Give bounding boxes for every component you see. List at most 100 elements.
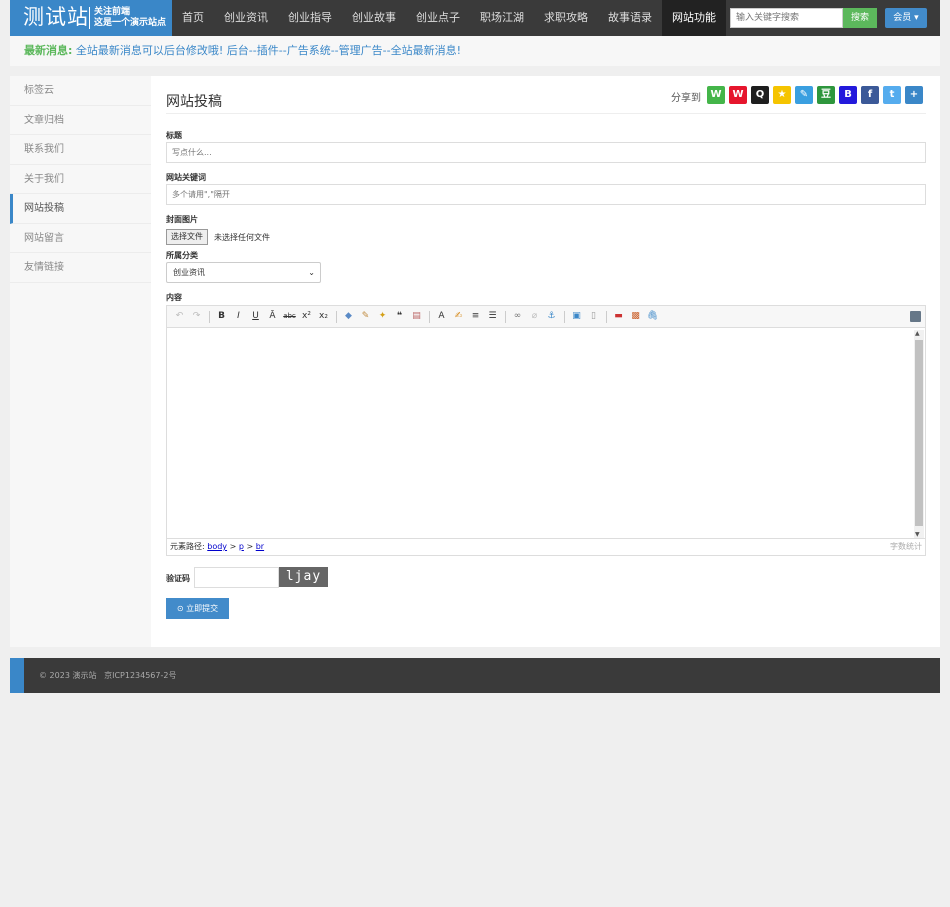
tqq-share-icon[interactable]: ✎ (795, 86, 813, 104)
nav-item-workplace[interactable]: 职场江湖 (470, 0, 534, 36)
nav-item-quotes[interactable]: 故事语录 (598, 0, 662, 36)
path-body-link[interactable]: body (207, 542, 227, 551)
category-select[interactable]: 创业资讯 ⌄ (166, 262, 321, 283)
subscript-icon[interactable]: x₂ (317, 310, 330, 323)
twitter-share-icon[interactable]: t (883, 86, 901, 104)
unordered-list-icon[interactable]: ☰ (486, 310, 499, 323)
member-button-label: 会员 (893, 13, 912, 23)
blockquote-icon[interactable]: ❝ (393, 310, 406, 323)
nav-item-news[interactable]: 创业资讯 (214, 0, 278, 36)
toolbar-separator (209, 310, 210, 323)
search-button[interactable]: 搜索 (843, 8, 877, 28)
sidebar: 标签云 文章归档 联系我们 关于我们 网站投稿 网站留言 友情链接 (10, 76, 151, 647)
toolbar-separator (564, 310, 565, 323)
link-icon[interactable]: ∞ (511, 310, 524, 323)
superscript-icon[interactable]: x² (300, 310, 313, 323)
logo-tagline: 关注前端 这是一个演示站点 (94, 7, 166, 29)
title-input[interactable] (166, 142, 926, 163)
page-title: 网站投稿 (166, 94, 222, 110)
nav-item-ideas[interactable]: 创业点子 (406, 0, 470, 36)
page-break-icon[interactable]: ▯ (587, 310, 600, 323)
attachment-icon[interactable]: 🖇 (646, 310, 659, 323)
captcha-input[interactable] (194, 567, 279, 588)
editor-toolbar: ↶ ↷ B I U Ā abc x² x₂ ◆ ✎ ✦ ❝ ▤ A ✍ ≡ ☰ … (167, 306, 925, 328)
font-border-icon[interactable]: Ā (266, 310, 279, 323)
qzone-share-icon[interactable]: ★ (773, 86, 791, 104)
sidebar-item-links[interactable]: 友情链接 (10, 253, 151, 283)
nav-item-features[interactable]: 网站功能 (662, 0, 726, 36)
format-brush-icon[interactable]: ✎ (359, 310, 372, 323)
logo-tagline-2: 这是一个演示站点 (94, 18, 167, 28)
weibo-share-icon[interactable]: W (729, 86, 747, 104)
strikethrough-icon[interactable]: abc (283, 310, 296, 323)
choose-file-button[interactable]: 选择文件 (166, 229, 208, 245)
scrollbar-thumb[interactable] (915, 340, 923, 526)
news-bar: 最新消息: 全站最新消息可以后台修改哦! 后台--插件--广告系统--管理广告-… (10, 36, 940, 66)
image-icon[interactable]: ▣ (570, 310, 583, 323)
font-color-icon[interactable]: A (435, 310, 448, 323)
keywords-input[interactable] (166, 184, 926, 205)
video-icon[interactable]: ▬ (612, 310, 625, 323)
title-label: 标题 (166, 131, 182, 140)
toolbar-separator (606, 310, 607, 323)
footer-icp[interactable]: 京ICP1234567-2号 (104, 671, 176, 680)
nav-item-home[interactable]: 首页 (172, 0, 214, 36)
captcha-image[interactable]: ljay (279, 567, 328, 587)
facebook-share-icon[interactable]: f (861, 86, 879, 104)
sidebar-item-about[interactable]: 关于我们 (10, 165, 151, 194)
underline-icon[interactable]: U (249, 310, 262, 323)
path-br-link[interactable]: br (256, 542, 264, 551)
paste-text-icon[interactable]: ▤ (410, 310, 423, 323)
news-text[interactable]: 全站最新消息可以后台修改哦! 后台--插件--广告系统--管理广告--全站最新消… (76, 44, 461, 57)
baidu-share-icon[interactable]: B (839, 86, 857, 104)
ordered-list-icon[interactable]: ≡ (469, 310, 482, 323)
member-dropdown-button[interactable]: 会员 ▾ (885, 8, 927, 28)
sidebar-item-contact[interactable]: 联系我们 (10, 135, 151, 165)
auto-format-icon[interactable]: ✦ (376, 310, 389, 323)
site-logo[interactable]: 测试站 关注前端 这是一个演示站点 (10, 0, 172, 36)
content-label: 内容 (166, 293, 182, 302)
file-status: 未选择任何文件 (214, 233, 270, 242)
multi-image-icon[interactable]: ▩ (629, 310, 642, 323)
main-nav: 首页 创业资讯 创业指导 创业故事 创业点子 职场江湖 求职攻略 故事语录 网站… (172, 0, 726, 36)
anchor-icon[interactable]: ⚓ (545, 310, 558, 323)
scroll-up-icon[interactable]: ▲ (915, 330, 920, 337)
nav-item-guide[interactable]: 创业指导 (278, 0, 342, 36)
logo-divider (89, 7, 90, 29)
douban-share-icon[interactable]: 豆 (817, 86, 835, 104)
editor-content-area[interactable] (167, 329, 925, 538)
fullscreen-icon[interactable] (910, 311, 921, 322)
title-divider (166, 113, 926, 114)
more-share-icon[interactable]: + (905, 86, 923, 104)
footer-text: © 2023 演示站 京ICP1234567-2号 (39, 658, 176, 693)
undo-icon[interactable]: ↶ (173, 310, 186, 323)
highlight-color-icon[interactable]: ✍ (452, 310, 465, 323)
nav-item-stories[interactable]: 创业故事 (342, 0, 406, 36)
footer-accent (10, 658, 24, 693)
sidebar-item-archive[interactable]: 文章归档 (10, 106, 151, 135)
qq-share-icon[interactable]: Q (751, 86, 769, 104)
path-p-link[interactable]: p (239, 542, 244, 551)
unlink-icon[interactable]: ⌀ (528, 310, 541, 323)
submit-button[interactable]: ⊙ 立即提交 (166, 598, 229, 619)
word-count-label: 字数统计 (890, 542, 922, 551)
bold-icon[interactable]: B (215, 310, 228, 323)
scroll-down-icon[interactable]: ▼ (915, 531, 920, 538)
sidebar-item-tags[interactable]: 标签云 (10, 76, 151, 106)
sidebar-item-guestbook[interactable]: 网站留言 (10, 224, 151, 253)
logo-tagline-1: 关注前端 (94, 7, 131, 17)
submit-label: 立即提交 (186, 604, 219, 613)
news-label: 最新消息: (24, 44, 73, 57)
category-label: 所属分类 (166, 251, 198, 260)
eraser-icon[interactable]: ◆ (342, 310, 355, 323)
sidebar-item-submit[interactable]: 网站投稿 (10, 194, 151, 224)
editor-scrollbar[interactable]: ▲ ▼ (914, 330, 924, 538)
check-circle-icon: ⊙ (176, 604, 184, 613)
search-input[interactable] (730, 8, 843, 28)
logo-title: 测试站 (23, 5, 89, 29)
italic-icon[interactable]: I (232, 310, 245, 323)
redo-icon[interactable]: ↷ (190, 310, 203, 323)
wechat-share-icon[interactable]: W (707, 86, 725, 104)
nav-item-jobs[interactable]: 求职攻略 (534, 0, 598, 36)
cover-label: 封面图片 (166, 215, 198, 224)
